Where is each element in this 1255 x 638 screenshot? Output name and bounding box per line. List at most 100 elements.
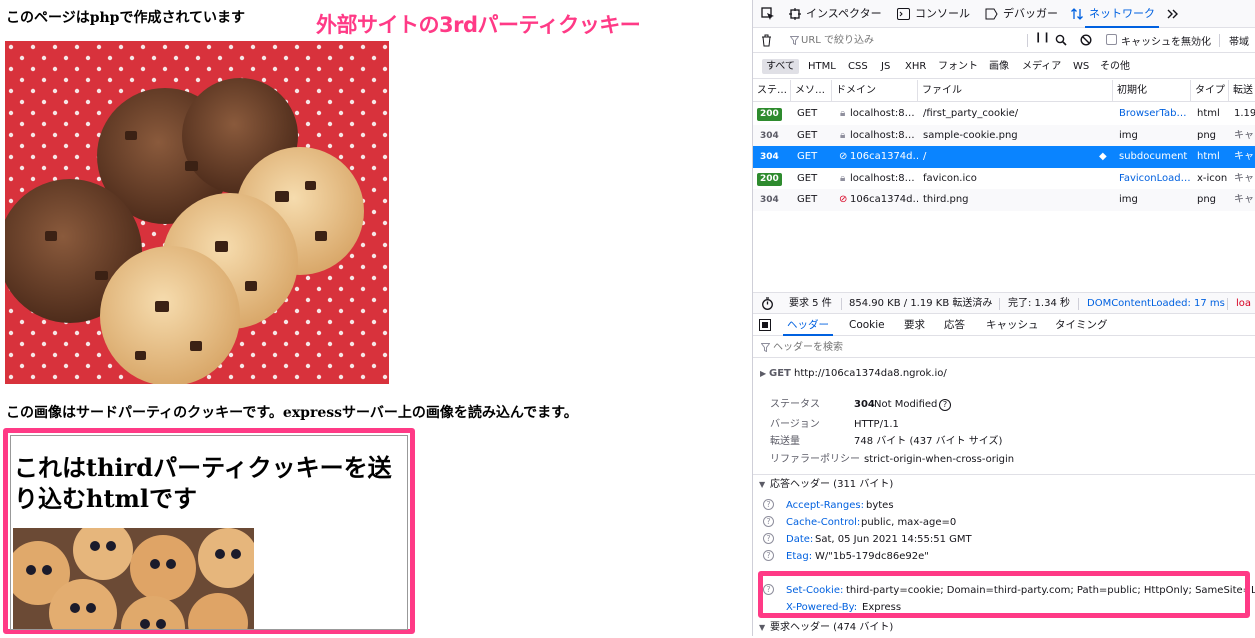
network-icon [1071, 8, 1083, 20]
request-method: GET [797, 108, 818, 119]
column-type[interactable]: タイプ [1191, 80, 1229, 102]
expand-arrow-icon[interactable]: ▶ [760, 365, 766, 383]
type-font-button[interactable]: フォント [934, 59, 982, 74]
request-transfer: 1.19 [1234, 108, 1255, 119]
tab-request[interactable]: 要求 [904, 314, 925, 336]
request-domain: localhost:8… [850, 129, 915, 141]
tab-timing[interactable]: タイミング [1055, 314, 1108, 336]
request-initiator[interactable]: FaviconLoad… [1115, 168, 1191, 189]
column-method[interactable]: メソ… [791, 80, 832, 102]
request-type: x-icon [1197, 172, 1228, 184]
column-transfer[interactable]: 転送 [1229, 80, 1255, 102]
help-icon[interactable]: ? [763, 533, 774, 544]
header-value: W/"1b5-179dc86e92e" [815, 551, 929, 562]
more-tabs-icon[interactable] [1167, 9, 1179, 19]
collapse-arrow-icon[interactable]: ▼ [759, 618, 765, 638]
type-ws-button[interactable]: WS [1069, 59, 1093, 74]
type-filter-bar: すべて HTML CSS JS XHR フォント 画像 メディア WS その他 [753, 53, 1255, 79]
type-js-button[interactable]: JS [877, 59, 894, 74]
request-row[interactable]: 304 GET ⊘ 106ca1374d… third.png img png … [753, 189, 1255, 211]
type-css-button[interactable]: CSS [844, 59, 872, 74]
annotation-title: 外部サイトの3rdパーティクッキー [316, 13, 641, 37]
divider [1078, 298, 1079, 310]
tab-response[interactable]: 応答 [944, 314, 965, 336]
response-headers-section[interactable]: ▼ 応答ヘッダー (311 バイト) [753, 474, 1255, 494]
type-media-button[interactable]: メディア [1018, 59, 1065, 74]
request-type: png [1197, 194, 1217, 205]
load-time: loa [1236, 298, 1252, 309]
request-type: html [1197, 151, 1220, 162]
column-domain[interactable]: ドメイン [832, 80, 918, 102]
tab-debugger[interactable]: デバッガー [1003, 0, 1058, 28]
divider [1027, 34, 1028, 47]
trash-icon[interactable] [761, 34, 772, 47]
third-party-iframe[interactable]: これはthirdパーティクッキーを送り込むhtmlです [10, 435, 408, 630]
request-method: GET [797, 194, 818, 205]
header-search-input[interactable] [771, 339, 1241, 355]
request-url-line[interactable]: ▶ GET http://106ca1374da8.ngrok.io/ [753, 365, 1255, 383]
tab-cache[interactable]: キャッシュ [986, 314, 1039, 336]
type-all-button[interactable]: すべて [762, 59, 799, 74]
type-other-button[interactable]: その他 [1096, 59, 1134, 74]
summary-label: ステータス [770, 399, 820, 410]
search-icon[interactable] [1055, 34, 1067, 46]
header-row[interactable]: ? Cache-Control: public, max-age=0 [753, 514, 1255, 531]
summary-value: strict-origin-when-cross-origin [864, 454, 1015, 465]
tab-inspector[interactable]: インスペクター [806, 0, 882, 28]
summary-version: バージョン HTTP/1.1 [770, 418, 1250, 432]
response-headers-title: 応答ヘッダー (311 バイト) [770, 479, 894, 490]
help-icon[interactable]: ? [763, 550, 774, 561]
type-html-button[interactable]: HTML [804, 59, 840, 74]
request-transfer: キャ [1234, 151, 1254, 162]
request-method: GET [797, 151, 818, 162]
summary-value: 748 バイト (437 バイト サイズ) [854, 436, 1003, 447]
header-name: Date: [786, 534, 814, 545]
summary-transferred: 転送量 748 バイト (437 バイト サイズ) [770, 435, 1250, 449]
tab-cookie[interactable]: Cookie [849, 314, 885, 336]
throttle-select[interactable]: 帯域 [1229, 33, 1249, 48]
request-type: png [1197, 129, 1217, 141]
help-icon[interactable]: ? [763, 499, 774, 510]
help-icon[interactable]: ? [939, 399, 951, 411]
stopwatch-icon[interactable] [761, 297, 774, 310]
request-headers-section[interactable]: ▼ 要求ヘッダー (474 バイト) [753, 618, 1255, 638]
finish-time: 完了: 1.34 秒 [1008, 298, 1070, 309]
header-filter-bar [753, 336, 1255, 358]
block-icon[interactable] [1080, 34, 1092, 46]
header-row[interactable]: ? Accept-Ranges: bytes [753, 497, 1255, 514]
inspector-icon [789, 8, 801, 20]
header-row[interactable]: ? Date: Sat, 05 Jun 2021 14:55:51 GMT [753, 531, 1255, 548]
tab-console[interactable]: コンソール [915, 0, 970, 28]
pause-icon[interactable]: ❙❙ [1034, 32, 1051, 43]
request-row[interactable]: 200 GET 🔒︎ localhost:8… favicon.ico Favi… [753, 168, 1255, 190]
type-xhr-button[interactable]: XHR [901, 59, 930, 74]
divider [1219, 34, 1220, 47]
column-initiator[interactable]: 初期化 [1113, 80, 1191, 102]
column-status[interactable]: ステ… [753, 80, 791, 102]
tab-network[interactable]: ネットワーク [1085, 0, 1159, 28]
page-heading: このページはphpで作成されています [6, 10, 246, 26]
request-initiator[interactable]: BrowserTab… [1115, 103, 1191, 124]
request-row[interactable]: 304 GET 🔒︎ localhost:8… sample-cookie.pn… [753, 124, 1255, 146]
request-row[interactable]: 200 GET 🔒︎ localhost:8… /first_party_coo… [753, 103, 1255, 125]
status-badge: 304 [760, 195, 779, 205]
request-row-selected[interactable]: 304 GET ⊘ 106ca1374d… / ◆ subdocument ht… [753, 146, 1255, 168]
disable-cache-checkbox[interactable] [1106, 34, 1117, 45]
type-image-button[interactable]: 画像 [985, 59, 1013, 74]
request-initiator: img [1119, 129, 1138, 141]
summary-label: 転送量 [770, 436, 800, 447]
header-row[interactable]: ? Etag: W/"1b5-179dc86e92e" [753, 548, 1255, 565]
tab-headers[interactable]: ヘッダー [783, 314, 833, 336]
summary-label: リファラーポリシー [770, 454, 860, 465]
request-domain: 106ca1374d… [850, 151, 918, 162]
collapse-arrow-icon[interactable]: ▼ [759, 475, 765, 495]
column-file[interactable]: ファイル [918, 80, 1113, 102]
sidebar-toggle-icon[interactable] [759, 319, 771, 331]
dom-content-loaded: DOMContentLoaded: 17 ms [1087, 298, 1225, 309]
help-icon[interactable]: ? [763, 516, 774, 527]
element-picker-icon[interactable] [761, 7, 775, 21]
console-icon [897, 8, 910, 20]
summary-status: ステータス 304 Not Modified ? [770, 398, 1250, 412]
url-filter-input[interactable] [799, 32, 1019, 49]
request-initiator: img [1119, 194, 1138, 205]
